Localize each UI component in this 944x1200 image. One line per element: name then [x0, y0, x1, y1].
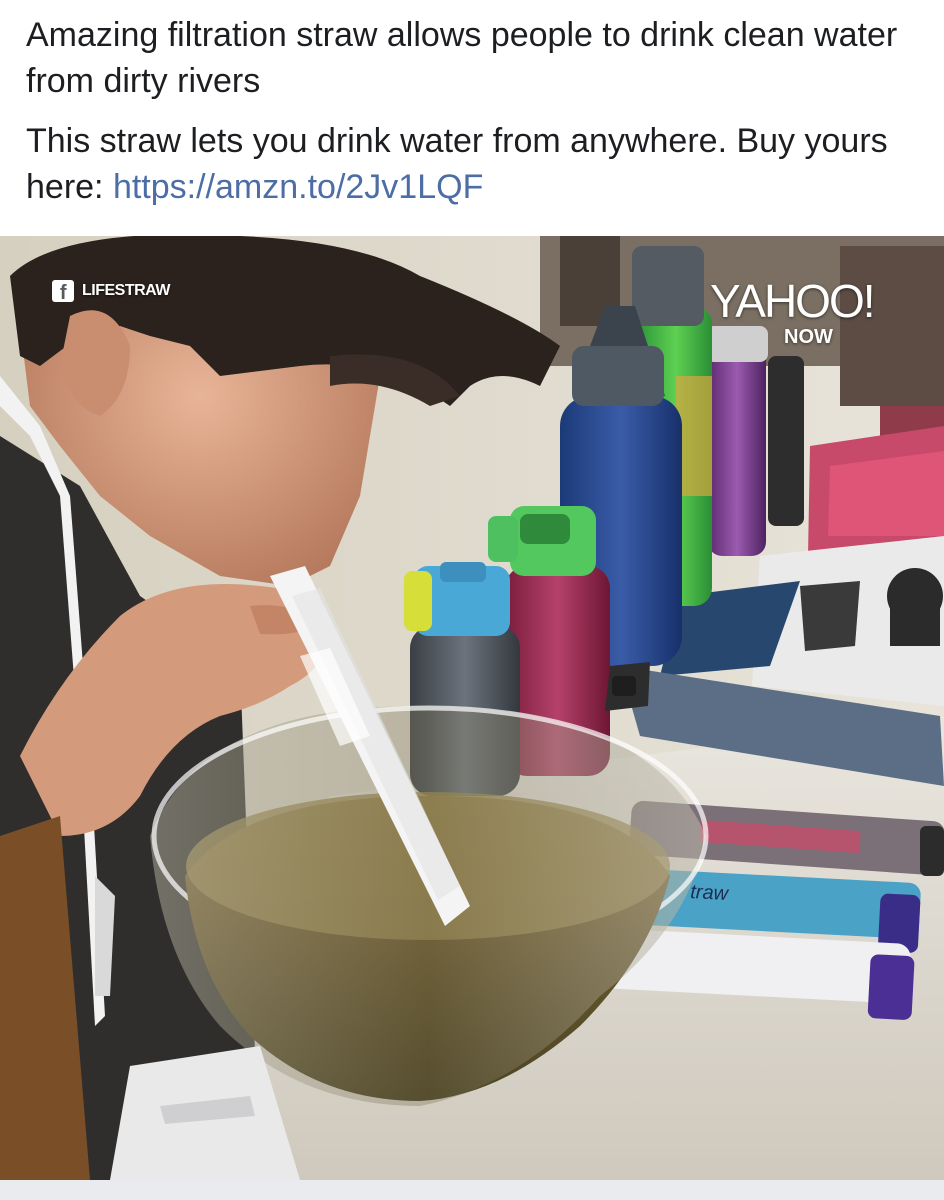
post-headline: Amazing filtration straw allows people t…	[26, 16, 898, 100]
video-still: traw	[0, 236, 944, 1180]
source-badge-label: LIFESTRAW	[82, 282, 170, 299]
post-body: This straw lets you drink water from any…	[26, 118, 926, 210]
post-text: Amazing filtration straw allows people t…	[26, 12, 926, 210]
product-link[interactable]: https://amzn.to/2Jv1LQF	[113, 168, 483, 206]
social-post: Amazing filtration straw allows people t…	[0, 0, 944, 1200]
source-badge: f LIFESTRAW	[52, 280, 170, 302]
post-footer-divider	[0, 1180, 944, 1200]
yahoo-now-label: NOW	[784, 326, 833, 348]
video-frame[interactable]: traw f LIFESTRAW YAHOO! NOW	[0, 236, 944, 1180]
straw-label: traw	[690, 881, 730, 905]
yahoo-logo: YAHOO!	[710, 275, 876, 327]
brand-watermark: YAHOO! NOW	[710, 278, 920, 349]
facebook-icon: f	[52, 280, 74, 302]
